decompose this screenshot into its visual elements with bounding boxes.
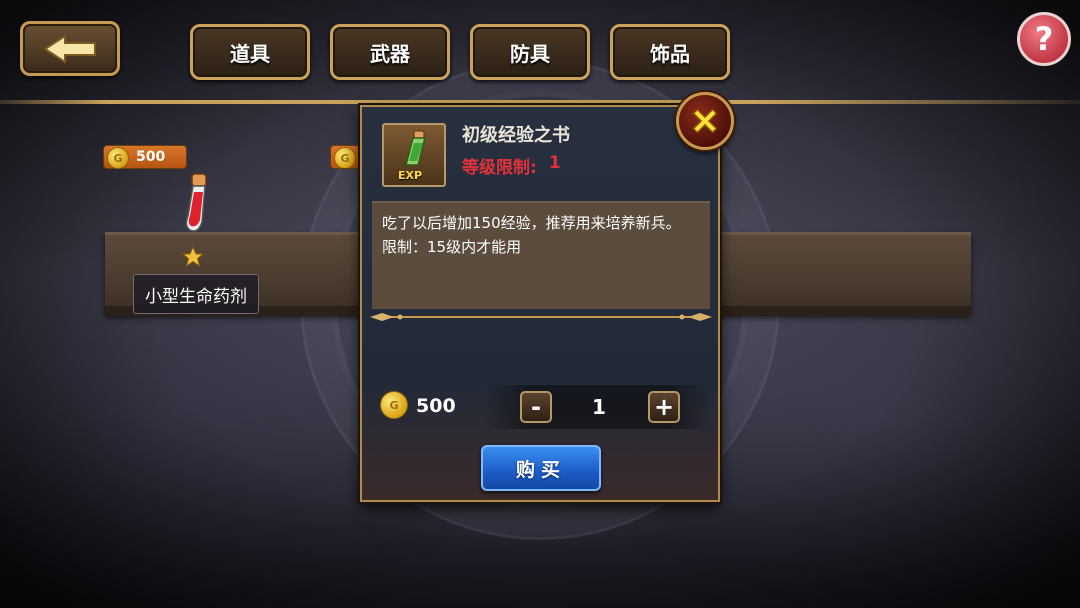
item-icon-frame: EXP xyxy=(382,123,446,187)
close-popup-button[interactable] xyxy=(676,92,734,150)
item-description: 吃了以后增加150经验，推荐用来培养新兵。 限制：15级内才能用 xyxy=(372,201,710,309)
ornamental-divider xyxy=(370,313,712,321)
gold-coin-icon: G xyxy=(334,147,356,168)
item-detail-popup: EXP 初级经验之书 等级限制: 1 吃了以后增加150经验，推荐用来培养新兵。… xyxy=(360,105,720,502)
description-line: 吃了以后增加150经验，推荐用来培养新兵。 xyxy=(382,214,681,232)
tab-armor[interactable]: 防具 xyxy=(470,24,590,80)
item-title: 初级经验之书 xyxy=(462,125,570,146)
quantity-stepper: - 1 + xyxy=(484,385,712,429)
description-line: 限制：15级内才能用 xyxy=(382,238,522,256)
unit-price: 500 xyxy=(416,395,456,417)
increase-quantity-button[interactable]: + xyxy=(648,391,680,423)
arrow-left-icon xyxy=(43,33,96,64)
shelf-item-price-badge: G 500 xyxy=(103,145,187,169)
tab-items[interactable]: 道具 xyxy=(190,24,310,80)
exp-scroll-icon xyxy=(405,130,426,166)
tab-weapons[interactable]: 武器 xyxy=(330,24,450,80)
health-potion-icon[interactable] xyxy=(176,170,216,240)
gold-coin-icon: G xyxy=(380,391,408,419)
quantity-value: 1 xyxy=(592,395,606,419)
shelf-item-price: 500 xyxy=(136,149,166,165)
level-limit-label: 等级限制: xyxy=(462,158,537,178)
tab-accessories[interactable]: 饰品 xyxy=(610,24,730,80)
star-icon xyxy=(182,246,204,268)
question-mark-icon: ? xyxy=(1034,20,1054,58)
exp-label: EXP xyxy=(398,169,423,182)
category-tabs: 道具 武器 防具 饰品 xyxy=(190,24,730,80)
close-icon xyxy=(692,108,718,134)
help-button[interactable]: ? xyxy=(1017,12,1071,66)
shelf-item-name[interactable]: 小型生命药剂 xyxy=(133,274,259,314)
back-button[interactable] xyxy=(20,21,120,76)
gold-coin-icon: G xyxy=(107,147,129,169)
level-limit-value: 1 xyxy=(548,153,561,173)
decrease-quantity-button[interactable]: - xyxy=(520,391,552,423)
level-limit: 等级限制: 1 xyxy=(462,153,561,178)
header-divider xyxy=(0,100,1080,104)
buy-button[interactable]: 购买 xyxy=(481,445,601,491)
quantity-row: G 500 - 1 + xyxy=(372,383,712,431)
